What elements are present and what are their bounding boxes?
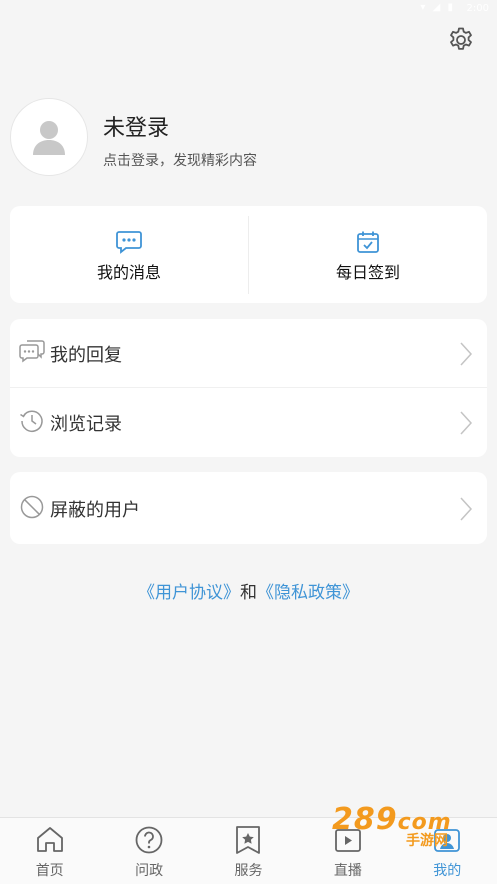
quick-actions-card: 我的消息 每日签到 bbox=[10, 206, 487, 303]
login-prompt[interactable]: 点击登录，发现精彩内容 bbox=[103, 150, 257, 170]
menu-item-blocked-users[interactable]: 屏蔽的用户 bbox=[10, 474, 487, 542]
menu-item-replies[interactable]: 我的回复 bbox=[10, 319, 487, 388]
tab-services[interactable]: 服务 bbox=[199, 818, 298, 884]
legal-links: 《用户协议》和《隐私政策》 bbox=[0, 578, 497, 603]
user-placeholder-icon bbox=[33, 121, 65, 155]
tab-home-label: 首页 bbox=[35, 863, 64, 879]
my-messages-label: 我的消息 bbox=[96, 263, 161, 282]
status-time: 2:00 bbox=[466, 3, 489, 14]
user-agreement-link[interactable]: 《用户协议》 bbox=[138, 583, 240, 603]
tab-services-label: 服务 bbox=[234, 863, 263, 879]
home-icon bbox=[35, 825, 65, 857]
tab-inquiry-label: 问政 bbox=[135, 863, 164, 879]
daily-checkin-button[interactable]: 每日签到 bbox=[249, 206, 487, 303]
menu-card-activity: 我的回复 浏览记录 bbox=[10, 319, 487, 457]
replies-label: 我的回复 bbox=[50, 345, 122, 366]
chevron-right-icon bbox=[459, 341, 473, 371]
signal-icons: ▾ ◢ ▮ bbox=[420, 2, 455, 13]
menu-card-blocked: 屏蔽的用户 bbox=[10, 472, 487, 544]
history-clock-icon bbox=[19, 408, 45, 438]
menu-item-history[interactable]: 浏览记录 bbox=[10, 388, 487, 456]
blocked-icon bbox=[19, 494, 45, 524]
watermark-sub: 手游网 bbox=[406, 833, 448, 849]
bookmark-star-icon bbox=[234, 825, 262, 859]
profile-header[interactable]: 未登录 点击登录，发现精彩内容 bbox=[10, 98, 480, 180]
replies-icon bbox=[19, 339, 45, 367]
status-bar: ▾ ◢ ▮ 2:00 bbox=[0, 0, 497, 18]
gear-icon bbox=[450, 27, 472, 50]
tab-live-label: 直播 bbox=[333, 863, 362, 879]
chevron-right-icon bbox=[459, 496, 473, 526]
avatar[interactable] bbox=[10, 98, 88, 176]
links-conjunction: 和 bbox=[240, 583, 257, 603]
daily-checkin-label: 每日签到 bbox=[335, 263, 400, 282]
chat-bubble-icon bbox=[116, 230, 142, 258]
settings-button[interactable] bbox=[444, 23, 478, 57]
tab-inquiry[interactable]: 问政 bbox=[99, 818, 198, 884]
chevron-right-icon bbox=[459, 410, 473, 440]
watermark-main: 289 bbox=[332, 802, 398, 837]
login-status-title[interactable]: 未登录 bbox=[103, 110, 169, 142]
tab-home[interactable]: 首页 bbox=[0, 818, 99, 884]
tab-mine-label: 我的 bbox=[433, 863, 462, 879]
question-icon bbox=[134, 825, 164, 859]
privacy-policy-link[interactable]: 《隐私政策》 bbox=[257, 583, 359, 603]
calendar-check-icon bbox=[356, 230, 380, 258]
history-label: 浏览记录 bbox=[50, 414, 122, 435]
blocked-users-label: 屏蔽的用户 bbox=[50, 500, 140, 521]
my-messages-button[interactable]: 我的消息 bbox=[10, 206, 248, 303]
